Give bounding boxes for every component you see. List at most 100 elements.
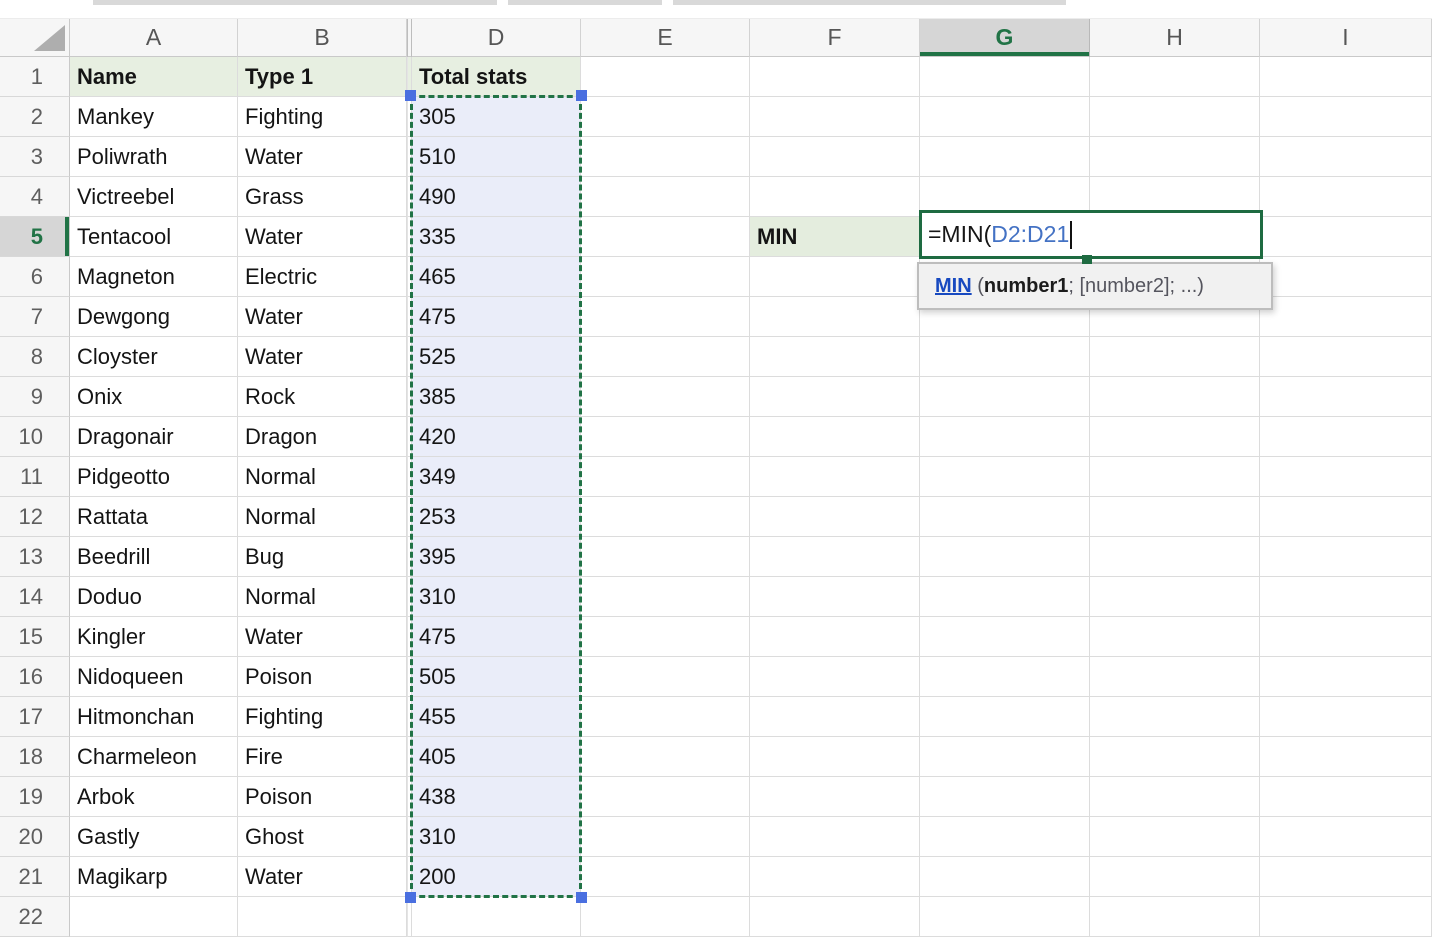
row-header-14[interactable]: 14 (0, 577, 70, 617)
cell-A17[interactable]: Hitmonchan (70, 697, 238, 737)
cell-I9[interactable] (1260, 377, 1432, 417)
cell-F12[interactable] (750, 497, 920, 537)
cell-I5[interactable] (1260, 217, 1432, 257)
cell-D14[interactable]: 310 (412, 577, 581, 617)
row-header-2[interactable]: 2 (0, 97, 70, 137)
cell-A19[interactable]: Arbok (70, 777, 238, 817)
cell-D21[interactable]: 200 (412, 857, 581, 897)
cell-D17[interactable]: 455 (412, 697, 581, 737)
column-header-e[interactable]: E (581, 19, 750, 58)
cell-E22[interactable] (581, 897, 750, 937)
cell-I8[interactable] (1260, 337, 1432, 377)
cell-B4[interactable]: Grass (238, 177, 407, 217)
cell-D2[interactable]: 305 (412, 97, 581, 137)
cell-G22[interactable] (920, 897, 1090, 937)
cell-B14[interactable]: Normal (238, 577, 407, 617)
cell-A14[interactable]: Doduo (70, 577, 238, 617)
cell-I15[interactable] (1260, 617, 1432, 657)
cell-G10[interactable] (920, 417, 1090, 457)
cell-G16[interactable] (920, 657, 1090, 697)
edit-box-handle[interactable] (1082, 255, 1092, 264)
cell-F1[interactable] (750, 57, 920, 97)
row-header-16[interactable]: 16 (0, 657, 70, 697)
cell-B15[interactable]: Water (238, 617, 407, 657)
row-header-5[interactable]: 5 (0, 217, 70, 257)
row-header-6[interactable]: 6 (0, 257, 70, 297)
cell-A13[interactable]: Beedrill (70, 537, 238, 577)
cell-I1[interactable] (1260, 57, 1432, 97)
selection-handle-bottom-left[interactable] (405, 892, 416, 903)
cell-A10[interactable]: Dragonair (70, 417, 238, 457)
cell-A16[interactable]: Nidoqueen (70, 657, 238, 697)
row-header-1[interactable]: 1 (0, 57, 70, 97)
cell-I2[interactable] (1260, 97, 1432, 137)
cell-F9[interactable] (750, 377, 920, 417)
column-header-i[interactable]: I (1260, 19, 1432, 58)
cell-H12[interactable] (1090, 497, 1260, 537)
cell-G11[interactable] (920, 457, 1090, 497)
cell-B6[interactable]: Electric (238, 257, 407, 297)
cell-H22[interactable] (1090, 897, 1260, 937)
cell-F19[interactable] (750, 777, 920, 817)
cell-F2[interactable] (750, 97, 920, 137)
row-header-3[interactable]: 3 (0, 137, 70, 177)
cell-E17[interactable] (581, 697, 750, 737)
cell-D13[interactable]: 395 (412, 537, 581, 577)
cell-G3[interactable] (920, 137, 1090, 177)
cell-H18[interactable] (1090, 737, 1260, 777)
cell-A4[interactable]: Victreebel (70, 177, 238, 217)
cell-D19[interactable]: 438 (412, 777, 581, 817)
cell-E1[interactable] (581, 57, 750, 97)
column-header-b[interactable]: B (238, 19, 407, 58)
cell-I6[interactable] (1260, 257, 1432, 297)
cell-G14[interactable] (920, 577, 1090, 617)
cell-B3[interactable]: Water (238, 137, 407, 177)
row-header-13[interactable]: 13 (0, 537, 70, 577)
row-header-8[interactable]: 8 (0, 337, 70, 377)
cell-H16[interactable] (1090, 657, 1260, 697)
cell-I18[interactable] (1260, 737, 1432, 777)
cell-D10[interactable]: 420 (412, 417, 581, 457)
row-header-20[interactable]: 20 (0, 817, 70, 857)
row-header-12[interactable]: 12 (0, 497, 70, 537)
cell-E5[interactable] (581, 217, 750, 257)
cell-D9[interactable]: 385 (412, 377, 581, 417)
cell-G12[interactable] (920, 497, 1090, 537)
cell-H14[interactable] (1090, 577, 1260, 617)
cell-I7[interactable] (1260, 297, 1432, 337)
cell-I21[interactable] (1260, 857, 1432, 897)
cell-D11[interactable]: 349 (412, 457, 581, 497)
row-header-10[interactable]: 10 (0, 417, 70, 457)
cell-B5[interactable]: Water (238, 217, 407, 257)
cell-A5[interactable]: Tentacool (70, 217, 238, 257)
cell-I14[interactable] (1260, 577, 1432, 617)
cell-B11[interactable]: Normal (238, 457, 407, 497)
cell-E14[interactable] (581, 577, 750, 617)
column-header-d[interactable]: D (412, 19, 581, 58)
cell-A1[interactable]: Name (70, 57, 238, 97)
cell-B20[interactable]: Ghost (238, 817, 407, 857)
selection-handle-top-right[interactable] (576, 90, 587, 101)
cell-F4[interactable] (750, 177, 920, 217)
cell-H17[interactable] (1090, 697, 1260, 737)
cell-A11[interactable]: Pidgeotto (70, 457, 238, 497)
cell-H3[interactable] (1090, 137, 1260, 177)
cell-G19[interactable] (920, 777, 1090, 817)
cell-A3[interactable]: Poliwrath (70, 137, 238, 177)
cell-A22[interactable] (70, 897, 238, 937)
cell-H10[interactable] (1090, 417, 1260, 457)
cell-H19[interactable] (1090, 777, 1260, 817)
cell-F16[interactable] (750, 657, 920, 697)
cell-E10[interactable] (581, 417, 750, 457)
cell-G1[interactable] (920, 57, 1090, 97)
cell-H13[interactable] (1090, 537, 1260, 577)
cell-F13[interactable] (750, 537, 920, 577)
cell-B17[interactable]: Fighting (238, 697, 407, 737)
cell-G17[interactable] (920, 697, 1090, 737)
cell-D18[interactable]: 405 (412, 737, 581, 777)
cell-F14[interactable] (750, 577, 920, 617)
cell-F20[interactable] (750, 817, 920, 857)
row-header-15[interactable]: 15 (0, 617, 70, 657)
selection-handle-bottom-right[interactable] (576, 892, 587, 903)
cell-I12[interactable] (1260, 497, 1432, 537)
